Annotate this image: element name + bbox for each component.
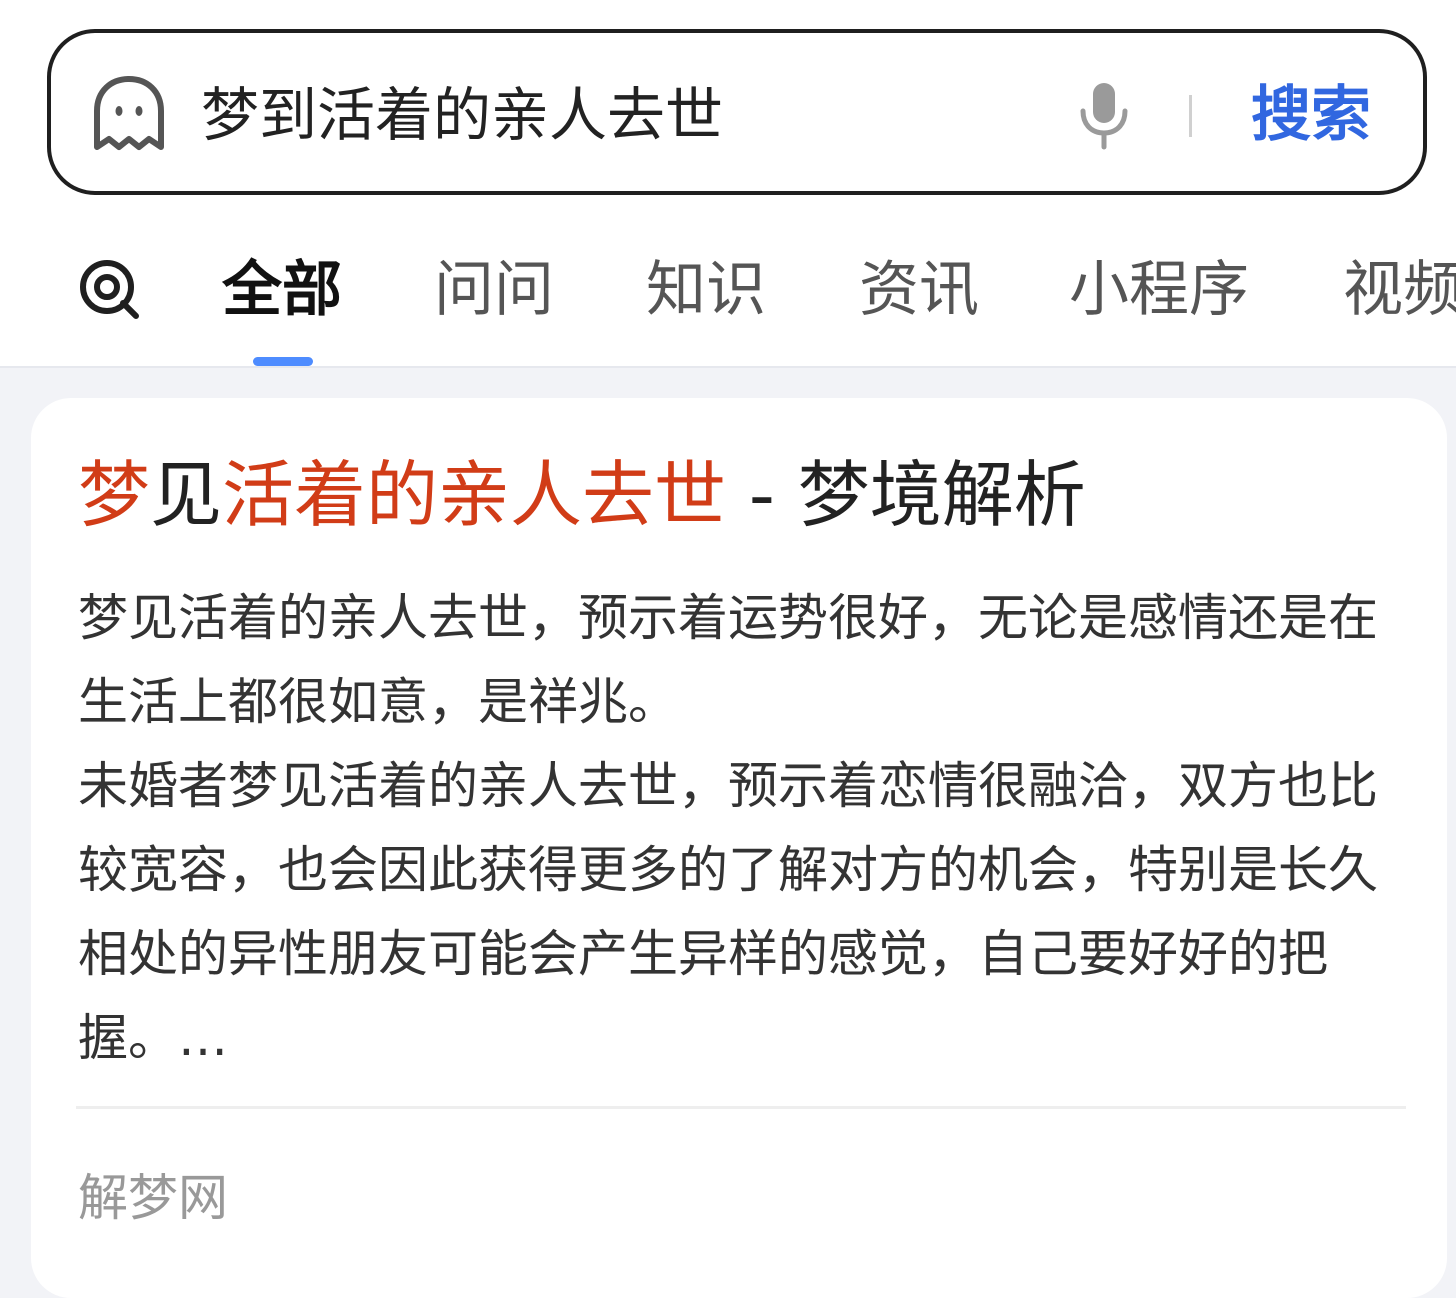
search-input[interactable]: 梦到活着的亲人去世 (201, 75, 723, 155)
search-divider (1189, 95, 1192, 137)
title-suffix: - 梦境解析 (726, 453, 1086, 537)
category-tabs: 全部 问问 知识 资讯 小程序 视频 (0, 230, 1456, 350)
description-paragraph: 未婚者梦见活着的亲人去世，预示着恋情很融洽，双方也比较宽容，也会因此获得更多的了… (78, 757, 1378, 1067)
description-paragraph: 梦见活着的亲人去世，预示着运势很好，无论是感情还是在生活上都很如意，是祥兆。 (78, 589, 1378, 731)
result-description: 梦见活着的亲人去世，预示着运势很好，无论是感情还是在生活上都很如意，是祥兆。 未… (78, 576, 1418, 1080)
lens-icon[interactable] (78, 258, 140, 320)
tab-ask[interactable]: 问问 (434, 250, 554, 330)
card-divider (76, 1106, 1406, 1109)
tab-knowledge[interactable]: 知识 (646, 250, 766, 330)
search-button[interactable]: 搜索 (1251, 75, 1371, 155)
tab-news[interactable]: 资讯 (859, 250, 979, 330)
result-card[interactable]: 梦见活着的亲人去世 - 梦境解析 梦见活着的亲人去世，预示着运势很好，无论是感情… (31, 398, 1447, 1298)
search-header: 梦到活着的亲人去世 搜索 全部 问问 知识 资讯 小程序 视频 (0, 0, 1456, 368)
title-highlight: 活着的亲人去世 (222, 453, 727, 537)
search-bar[interactable]: 梦到活着的亲人去世 搜索 (47, 29, 1427, 195)
ghost-icon[interactable] (91, 75, 167, 153)
microphone-icon[interactable] (1076, 81, 1132, 151)
result-title[interactable]: 梦见活着的亲人去世 - 梦境解析 (78, 450, 1086, 540)
result-source[interactable]: 解梦网 (78, 1163, 228, 1233)
tab-video[interactable]: 视频 (1343, 250, 1456, 330)
tab-all[interactable]: 全部 (222, 250, 342, 330)
title-highlight: 梦 (78, 453, 151, 537)
tab-mini-program[interactable]: 小程序 (1069, 250, 1249, 330)
active-tab-indicator (253, 357, 313, 366)
title-text: 见 (150, 453, 223, 537)
